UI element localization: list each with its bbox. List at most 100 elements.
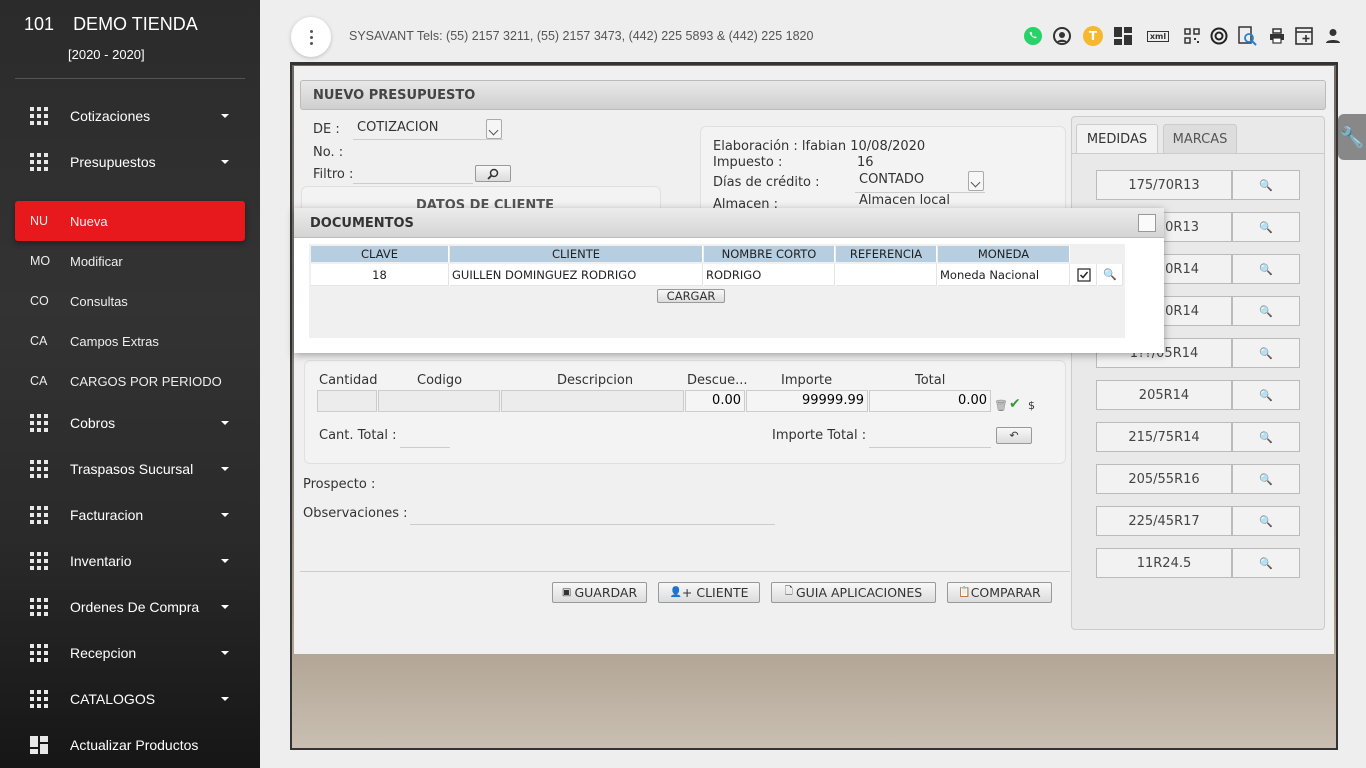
printer-icon[interactable] [1267, 26, 1287, 46]
subitem-abbr: CO [30, 294, 49, 308]
subitem-label: CARGOS POR PERIODO [70, 373, 222, 389]
grid-icon [30, 506, 48, 524]
document-search-icon[interactable] [1237, 26, 1257, 46]
currency-icon[interactable]: $ [1028, 399, 1035, 412]
cantidad-input[interactable] [317, 390, 377, 412]
cargar-button[interactable]: CARGAR [657, 289, 725, 303]
search-icon [487, 168, 499, 180]
medida-button[interactable]: 225/45R17 [1096, 506, 1232, 536]
magnify-icon[interactable]: 🔍 [1232, 170, 1300, 200]
header-descuento: Descue... [687, 373, 748, 388]
search-button[interactable] [475, 165, 511, 182]
undo-icon: ↶ [1009, 429, 1019, 442]
sidebar-subitem-modificar[interactable]: MO Modificar [15, 241, 245, 281]
header-cantidad: Cantidad [319, 373, 378, 388]
settings-wrench-icon[interactable]: 🔧 [1338, 114, 1366, 160]
dashboard-icon [30, 736, 48, 754]
medida-button[interactable]: 205/55R16 [1096, 464, 1232, 494]
check-icon[interactable]: ✔ [1009, 396, 1021, 412]
cliente-label: + CLIENTE [681, 585, 749, 600]
almacen-select[interactable]: Almacen local [855, 193, 1015, 209]
comparar-button[interactable]: 📋 COMPARAR [947, 582, 1052, 603]
add-cliente-button[interactable]: 👤 + CLIENTE [658, 582, 760, 603]
medida-button[interactable]: 215/75R14 [1096, 422, 1232, 452]
grid-icon [30, 107, 48, 125]
qr-icon[interactable] [1182, 26, 1202, 46]
observaciones-label: Observaciones : [303, 506, 408, 521]
xml-label: xml [1146, 30, 1170, 42]
col-moneda: MONEDA [938, 246, 1070, 262]
medida-button[interactable]: 175/70R13 [1096, 170, 1232, 200]
sidebar-item-inventario[interactable]: Inventario [15, 541, 245, 581]
chevron-down-icon[interactable] [968, 171, 984, 191]
guardar-button[interactable]: ▣ GUARDAR [552, 582, 647, 603]
sidebar-item-catalogos[interactable]: CATALOGOS [15, 679, 245, 719]
sidebar-item-cobros[interactable]: Cobros [15, 403, 245, 443]
descripcion-input[interactable] [501, 390, 684, 412]
sidebar-subitem-cargos-por-periodo[interactable]: CA CARGOS POR PERIODO [15, 361, 245, 401]
descuento-input[interactable]: 0.00 [685, 390, 745, 412]
caret-down-icon [221, 421, 229, 425]
sidebar-item-traspasos[interactable]: Traspasos Sucursal [15, 449, 245, 489]
magnify-icon[interactable]: 🔍 [1232, 338, 1300, 368]
sidebar-item-cotizaciones[interactable]: Cotizaciones [15, 96, 245, 136]
sidebar-item-presupuestos[interactable]: Presupuestos [15, 142, 245, 182]
tab-medidas[interactable]: MEDIDAS [1076, 124, 1158, 154]
header-importe: Importe [781, 373, 833, 388]
total-input[interactable]: 0.00 [869, 390, 991, 412]
medida-button[interactable]: 11R24.5 [1096, 548, 1232, 578]
support-icon[interactable] [1052, 26, 1072, 46]
sidebar-item-ordenes-de-compra[interactable]: Ordenes De Compra [15, 587, 245, 627]
magnify-icon[interactable]: 🔍 [1232, 422, 1300, 452]
guia-aplicaciones-button[interactable]: 🗋 GUIA APLICACIONES [771, 582, 936, 603]
new-window-icon[interactable] [1294, 26, 1314, 46]
caret-down-icon [221, 160, 229, 164]
checkbox-checked-icon [1076, 267, 1091, 282]
magnify-icon[interactable]: 🔍 [1232, 464, 1300, 494]
cell-moneda: Moneda Nacional [938, 264, 1070, 286]
importe-total-value [869, 428, 991, 448]
sidebar-item-actualizar-productos[interactable]: Actualizar Productos [15, 725, 245, 765]
magnify-icon[interactable]: 🔍 [1232, 506, 1300, 536]
col-referencia: REFERENCIA [836, 246, 937, 262]
magnify-icon[interactable]: 🔍 [1232, 254, 1300, 284]
de-select[interactable]: COTIZACION [353, 118, 503, 140]
sidebar-item-facturacion[interactable]: Facturacion [15, 495, 245, 535]
codigo-input[interactable] [378, 390, 500, 412]
magnify-icon[interactable]: 🔍 [1232, 212, 1300, 242]
medida-button[interactable]: 205R14 [1096, 380, 1232, 410]
observaciones-input[interactable] [410, 505, 775, 525]
view-icon[interactable]: 🔍 [1098, 264, 1123, 286]
sidebar-item-label: Facturacion [70, 507, 144, 523]
subitem-abbr: MO [30, 254, 51, 268]
person-icon[interactable] [1323, 26, 1343, 46]
sidebar-subitem-campos-extras[interactable]: CA Campos Extras [15, 321, 245, 361]
xml-icon[interactable]: xml [1143, 26, 1173, 46]
close-icon[interactable] [1138, 214, 1156, 232]
user-initial-icon[interactable]: T [1083, 26, 1103, 46]
grid-icon [30, 153, 48, 171]
target-icon[interactable] [1209, 26, 1229, 46]
sidebar-subitem-consultas[interactable]: CO Consultas [15, 281, 245, 321]
trash-icon[interactable]: 🗑 [994, 399, 1008, 412]
whatsapp-icon[interactable] [1023, 26, 1043, 46]
dashboard-icon[interactable] [1113, 26, 1133, 46]
importe-input[interactable]: 99999.99 [746, 390, 868, 412]
tab-marcas[interactable]: MARCAS [1163, 124, 1237, 154]
sidebar-item-recepcion[interactable]: Recepcion [15, 633, 245, 673]
undo-button[interactable]: ↶ [996, 427, 1032, 444]
select-checkbox[interactable] [1071, 264, 1097, 286]
sidebar-subitem-nueva[interactable]: NU Nueva [15, 201, 245, 241]
magnify-icon[interactable]: 🔍 [1232, 380, 1300, 410]
grid-icon [30, 552, 48, 570]
dias-credito-select[interactable]: CONTADO [855, 171, 985, 193]
more-menu-button[interactable] [291, 17, 331, 57]
header-codigo: Codigo [417, 373, 463, 388]
impuesto-value: 16 [857, 155, 874, 170]
magnify-icon[interactable]: 🔍 [1232, 296, 1300, 326]
magnify-icon[interactable]: 🔍 [1232, 548, 1300, 578]
col-cliente: CLIENTE [450, 246, 703, 262]
subitem-label: Nueva [70, 213, 108, 229]
filtro-input[interactable] [353, 164, 473, 184]
chevron-down-icon[interactable] [486, 119, 502, 139]
